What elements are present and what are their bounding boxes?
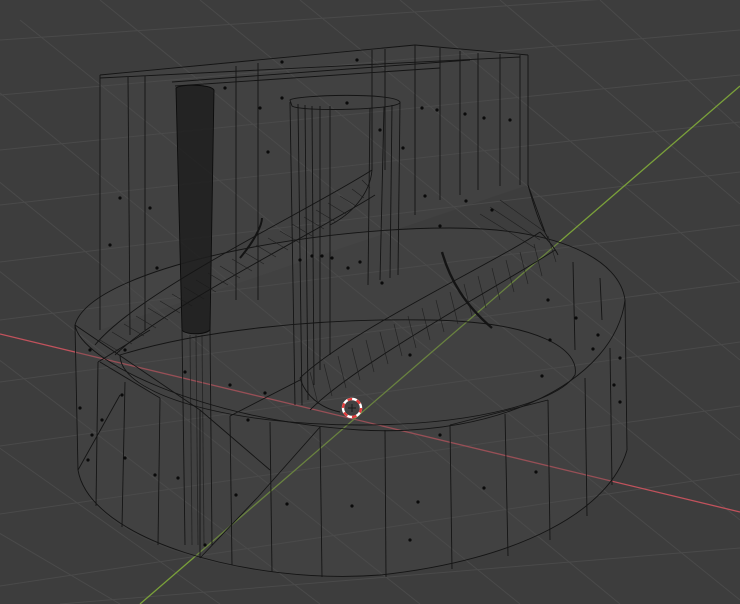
viewport-canvas[interactable] xyxy=(0,0,740,604)
mesh-object[interactable] xyxy=(74,44,628,578)
3d-viewport[interactable] xyxy=(0,0,740,604)
